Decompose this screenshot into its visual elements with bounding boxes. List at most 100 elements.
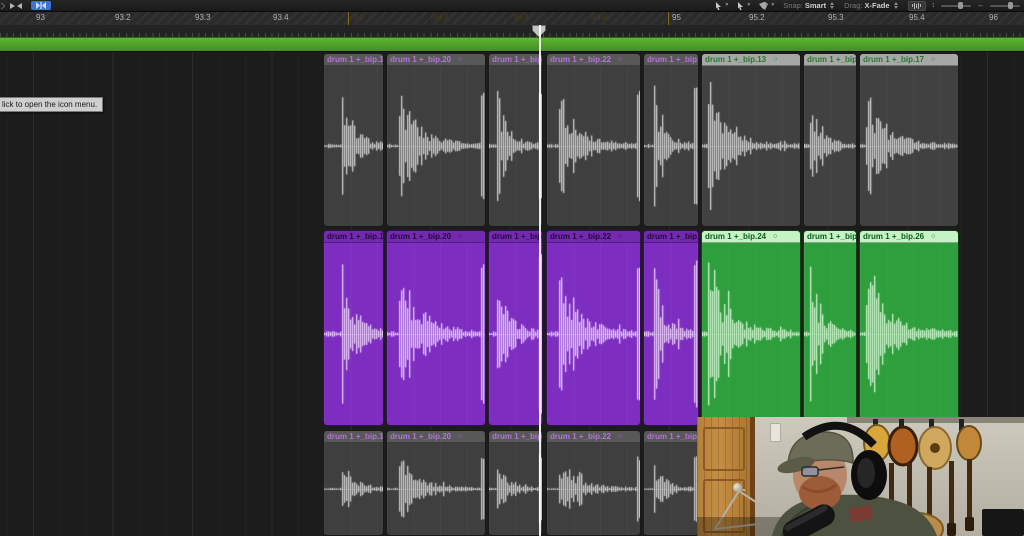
right-click-tool-menu[interactable]: ▼	[759, 1, 775, 10]
waveform	[860, 66, 958, 226]
audio-region[interactable]: drum 1 +_bip.20 ○	[386, 230, 486, 426]
ruler-tick-label: 94.4	[592, 13, 608, 22]
region-name: drum 1 +_bip.22 ○	[547, 231, 640, 243]
loop-icon: ○	[773, 233, 778, 240]
waveform	[489, 443, 542, 535]
ruler-tick-label: 94.2	[433, 13, 449, 22]
waveform	[324, 66, 383, 226]
person	[772, 421, 937, 536]
audio-region[interactable]: drum 1 +_bip.21	[488, 230, 543, 426]
vertical-zoom-icon: ↕	[931, 2, 936, 9]
waveform	[387, 243, 485, 425]
audio-region[interactable]: drum 1 +_bip.22 ○	[546, 230, 641, 426]
loop-icon: ○	[618, 56, 623, 63]
audio-region[interactable]: drum 1 +_bip.21	[488, 53, 543, 227]
dark-equipment	[982, 509, 1024, 536]
cycle-region-bar[interactable]	[0, 37, 1024, 52]
toolbar-left	[0, 1, 51, 10]
flex-mode-button[interactable]	[31, 1, 51, 10]
audio-region[interactable]: drum 1 +_bip.20 ○	[386, 430, 486, 536]
door-panel	[703, 427, 745, 471]
audio-region[interactable]: drum 1 +_bip.13 ○	[701, 53, 801, 227]
region-name: drum 1 +_bip.24 ○	[702, 231, 800, 243]
region-name: drum 1 +_bip.19	[324, 54, 383, 66]
audio-region[interactable]: drum 1 +_bip.19	[323, 53, 384, 227]
clipped-edge-icon	[0, 1, 5, 10]
ruler-tick-label: 95	[672, 13, 681, 22]
drag-value: X-Fade	[864, 1, 890, 10]
crossfade-icon[interactable]	[9, 1, 23, 10]
ruler-tick-label: 95.2	[749, 13, 765, 22]
playhead-line[interactable]	[539, 25, 541, 536]
loop-icon: ○	[458, 233, 463, 240]
region-name: drum 1 +_bip.21	[489, 231, 542, 243]
audio-region[interactable]: drum 1 +_bip.26 ○	[859, 230, 959, 426]
drag-stepper-icon	[893, 2, 898, 9]
waveform	[644, 243, 698, 425]
waveform	[644, 66, 698, 226]
waveform-zoom-button[interactable]	[907, 0, 926, 11]
snap-stepper-icon	[830, 2, 835, 9]
loop-icon: ○	[773, 56, 778, 63]
waveform	[702, 243, 800, 425]
waveform	[387, 443, 485, 535]
region-name: drum 1 +_bip.19	[324, 431, 383, 443]
audio-region[interactable]: drum 1 +_bip.24 ○	[701, 230, 801, 426]
logic-arrange-window: ▼ ▼ ▼ Snap: Smart Drag: X-Fade ↕ ↔ 93 93…	[0, 0, 1024, 536]
audio-region[interactable]: drum 1 +_bip.23	[643, 430, 699, 536]
bar-ruler[interactable]: 93 93.2 93.3 93.4 94 94.2 94.3 94.4 95 95.2 95.3 95…	[0, 11, 1024, 26]
toolbar-right: ▼ ▼ ▼ Snap: Smart Drag: X-Fade ↕ ↔	[715, 0, 1024, 11]
ruler-tick-label: 95.3	[828, 13, 844, 22]
audio-region[interactable]: drum 1 +_bip.23	[643, 230, 699, 426]
ruler-tick-label: 95.4	[909, 13, 925, 22]
waveform	[644, 443, 698, 535]
region-name: drum 1 +_bip.22 ○	[547, 54, 640, 66]
snap-value: Smart	[804, 1, 827, 10]
audio-region[interactable]: drum 1 +_bip.22 ○	[546, 430, 641, 536]
region-name: drum 1 +_bip.23	[644, 54, 698, 66]
waveform	[324, 443, 383, 535]
waveform	[489, 66, 542, 226]
region-name: drum 1 +_bip.23	[644, 231, 698, 243]
ruler-tick-label: 94	[354, 13, 363, 22]
tooltip: lick to open the icon menu.	[0, 97, 104, 112]
audio-region[interactable]: drum 1 +_bip.25	[803, 230, 857, 426]
waveform	[860, 243, 958, 425]
loop-icon: ○	[931, 56, 936, 63]
audio-region[interactable]: drum 1 +_bip.23	[643, 53, 699, 227]
webcam-overlay	[697, 417, 1024, 536]
waveform	[547, 243, 640, 425]
region-name: drum 1 +_bip.20 ○	[387, 54, 485, 66]
ruler-tick-label: 93.4	[273, 13, 289, 22]
region-name: drum 1 +_bip.20 ○	[387, 231, 485, 243]
region-name: drum 1 +_bip.26 ○	[860, 231, 958, 243]
audio-region[interactable]: drum 1 +_bip.22 ○	[546, 53, 641, 227]
ruler-tick-label: 94.3	[513, 13, 529, 22]
ruler-tick-label: 93.2	[115, 13, 131, 22]
region-name: drum 1 +_bip.13 ○	[702, 54, 800, 66]
waveform	[324, 243, 383, 425]
command-click-tool-menu[interactable]: ▼	[737, 1, 751, 10]
audio-region[interactable]: drum 1 +_bip.19	[323, 230, 384, 426]
drag-label: Drag:	[844, 1, 863, 10]
waveform	[804, 66, 856, 226]
cycle-highlight[interactable]	[348, 11, 669, 25]
pointer-tool-menu[interactable]: ▼	[715, 1, 729, 10]
region-name: drum 1 +_bip.21	[489, 54, 542, 66]
snap-menu[interactable]: Snap: Smart	[783, 1, 836, 10]
audio-region[interactable]: drum 1 +_bip.21	[488, 430, 543, 536]
vertical-zoom-slider[interactable]	[941, 2, 971, 9]
audio-region[interactable]: drum 1 +_bip.19	[323, 430, 384, 536]
region-name: drum 1 +_bip.25	[804, 231, 856, 243]
waveform	[702, 66, 800, 226]
region-name: drum 1 +_bip.21	[489, 431, 542, 443]
region-name: drum 1 +_bip.17 ○	[860, 54, 958, 66]
audio-region[interactable]: drum 1 +_bip.17 ○	[859, 53, 959, 227]
horizontal-zoom-slider[interactable]	[990, 2, 1020, 9]
drag-menu[interactable]: Drag: X-Fade	[844, 1, 899, 10]
audio-region[interactable]: drum 1 +_bip.20 ○	[386, 53, 486, 227]
waveform	[547, 443, 640, 535]
horizontal-zoom-icon: ↔	[977, 2, 984, 9]
waveform	[804, 243, 856, 425]
audio-region[interactable]: drum 1 +_bip.15	[803, 53, 857, 227]
